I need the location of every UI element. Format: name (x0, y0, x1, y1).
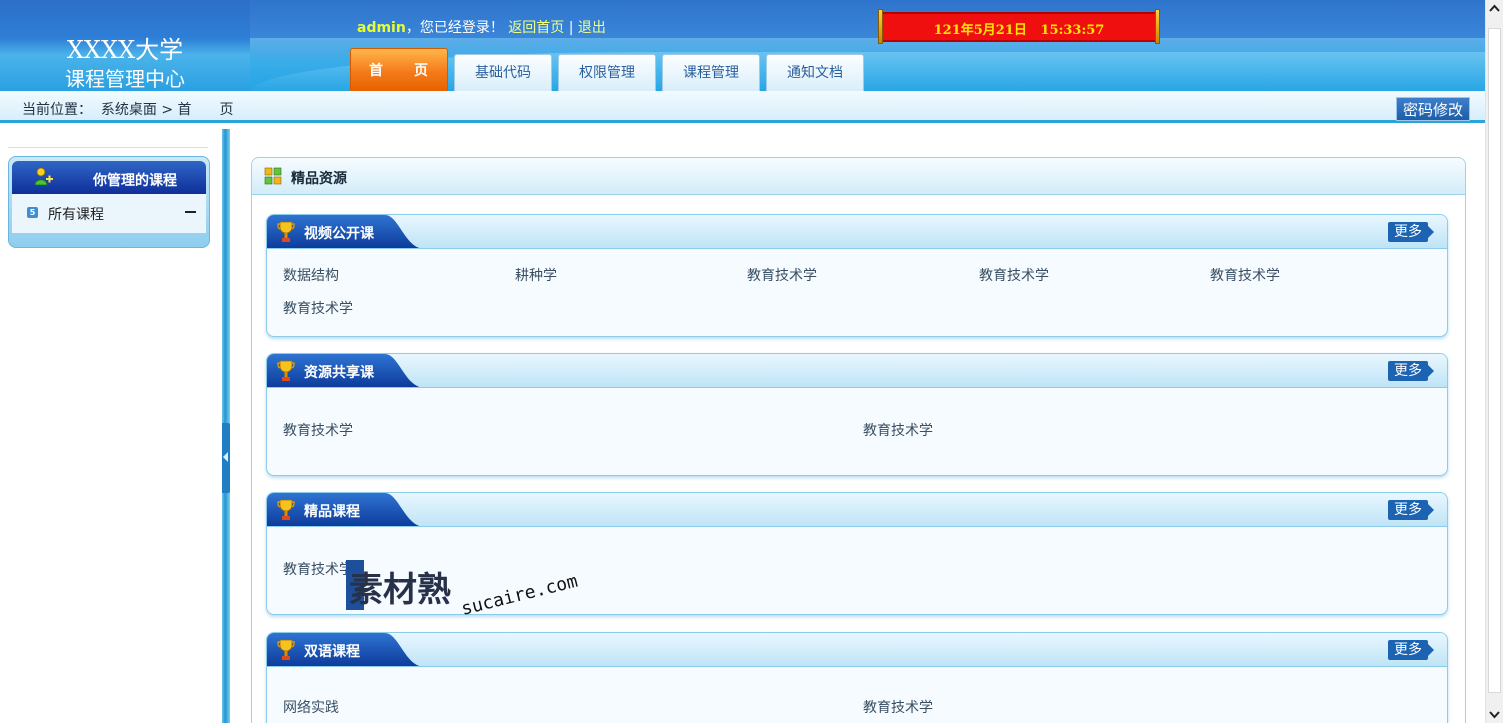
username: admin (357, 20, 406, 36)
section-header: 视频公开课 更多 (267, 215, 1447, 249)
course-menu-header[interactable]: 你管理的课程 (12, 161, 206, 194)
sidebar-splitter[interactable] (222, 129, 230, 723)
page-header: XXXX大学 课程管理中心 admin，您已经登录！ 返回首页 | 退出 121… (0, 0, 1485, 91)
trophy-icon (277, 360, 295, 381)
section-bilingual-courses: 双语课程 更多 网络实践 教育技术学 (266, 632, 1448, 723)
logo: XXXX大学 课程管理中心 (0, 0, 250, 91)
sidebar-item-label: 所有课程 (48, 207, 104, 223)
scroll-up-icon[interactable] (1486, 0, 1503, 17)
more-arrow-icon (1428, 644, 1434, 656)
home-link[interactable]: 返回首页 (508, 20, 564, 36)
section-title: 资源共享课 (304, 365, 374, 381)
section-title: 视频公开课 (304, 226, 374, 242)
tab-label: 权限管理 (579, 65, 635, 81)
tab-label: 通知文档 (787, 65, 843, 81)
watermark-text-cn: 素材熟 (349, 570, 451, 610)
panel-header: 精品资源 (252, 158, 1465, 195)
clock-display: 121年5月21日 15:33:57 (933, 23, 1105, 38)
collapse-icon[interactable] (185, 211, 196, 213)
collapse-sidebar-handle[interactable] (222, 423, 230, 493)
more-label: 更多 (1388, 500, 1428, 520)
logo-title: XXXX大学 (66, 36, 184, 64)
tab-label: 首 页 (369, 63, 429, 79)
login-message: ，您已经登录！ (405, 20, 504, 36)
watermark-text-en: sucaire.com (459, 571, 580, 620)
change-password-button[interactable]: 密码修改 (1396, 97, 1470, 121)
section-header: 双语课程 更多 (267, 633, 1447, 667)
panel-title: 精品资源 (291, 171, 347, 187)
tab-label: 基础代码 (475, 65, 531, 81)
logout-link[interactable]: 退出 (578, 20, 606, 36)
scroll-down-icon[interactable] (1486, 706, 1503, 723)
section-shared-resource-courses: 资源共享课 更多 教育技术学 教育技术学 (266, 353, 1448, 476)
tab-notice-docs[interactable]: 通知文档 (766, 54, 864, 91)
logo-subtitle: 课程管理中心 (65, 67, 185, 91)
more-button[interactable]: 更多 (1388, 640, 1434, 660)
more-button[interactable]: 更多 (1388, 222, 1434, 242)
sidebar-divider (8, 147, 208, 148)
link-separator: | (568, 20, 574, 36)
course-link[interactable]: 教育技术学 (863, 420, 933, 440)
more-arrow-icon (1428, 365, 1434, 377)
trophy-icon (277, 639, 295, 660)
course-link[interactable]: 教育技术学 (979, 265, 1049, 285)
course-link[interactable]: 教育技术学 (1210, 265, 1280, 285)
more-button[interactable]: 更多 (1388, 500, 1434, 520)
section-title: 双语课程 (304, 644, 360, 660)
sidebar: 你管理的课程 5 所有课程 (0, 129, 222, 723)
trophy-icon (277, 221, 295, 242)
tab-home[interactable]: 首 页 (350, 48, 448, 91)
grid-icon (264, 167, 282, 185)
more-arrow-icon (1428, 226, 1434, 238)
clock-banner: 121年5月21日 15:33:57 (878, 9, 1160, 44)
course-link[interactable]: 网络实践 (283, 697, 339, 717)
section-header: 资源共享课 更多 (267, 354, 1447, 388)
tab-label: 课程管理 (683, 65, 739, 81)
course-link[interactable]: 教育技术学 (283, 298, 353, 318)
section-header: 精品课程 更多 (267, 493, 1447, 527)
tab-basic-codes[interactable]: 基础代码 (454, 54, 552, 91)
breadcrumb: 当前位置： 系统桌面 > 首 页 (22, 102, 234, 118)
breadcrumb-bar: 当前位置： 系统桌面 > 首 页 密码修改 (0, 91, 1485, 123)
featured-resources-panel: 精品资源 视频公开课 更多 数据结构 耕种学 教育技术学 教育技术学 教育技术学 (251, 157, 1466, 723)
badge-icon: 5 (27, 207, 38, 218)
course-menu-panel: 你管理的课程 5 所有课程 (8, 156, 210, 248)
user-status-bar: admin，您已经登录！ 返回首页 | 退出 (357, 17, 606, 37)
vertical-scrollbar[interactable] (1485, 0, 1503, 723)
tab-permissions[interactable]: 权限管理 (558, 54, 656, 91)
tab-course-management[interactable]: 课程管理 (662, 54, 760, 91)
course-link[interactable]: 数据结构 (283, 265, 339, 285)
more-label: 更多 (1388, 640, 1428, 660)
course-link[interactable]: 教育技术学 (863, 697, 933, 717)
course-link[interactable]: 教育技术学 (283, 420, 353, 440)
course-link[interactable]: 教育技术学 (747, 265, 817, 285)
course-menu-title: 你管理的课程 (93, 173, 177, 189)
more-label: 更多 (1388, 361, 1428, 381)
trophy-icon (277, 499, 295, 520)
course-link[interactable]: 耕种学 (515, 265, 557, 285)
sidebar-item-all-courses[interactable]: 5 所有课程 (12, 194, 206, 233)
more-arrow-icon (1428, 504, 1434, 516)
more-button[interactable]: 更多 (1388, 361, 1434, 381)
section-video-open-courses: 视频公开课 更多 数据结构 耕种学 教育技术学 教育技术学 教育技术学 教育技术… (266, 214, 1448, 337)
scrollbar-thumb[interactable] (1488, 28, 1501, 693)
more-label: 更多 (1388, 222, 1428, 242)
section-title: 精品课程 (304, 504, 360, 520)
course-link[interactable]: 教育技术学 (283, 559, 353, 579)
watermark-logo: 素材熟 sucaire.com (346, 560, 580, 620)
